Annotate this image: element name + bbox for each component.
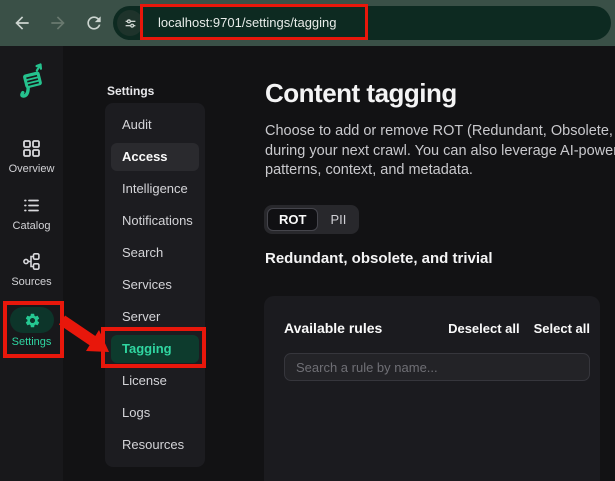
description-line: during your next crawl. You can also lev…: [265, 142, 615, 162]
rules-panel-title: Available rules: [284, 320, 382, 336]
back-icon[interactable]: [12, 13, 32, 33]
page-description: Choose to add or remove ROT (Redundant, …: [265, 122, 615, 181]
menu-item-intelligence[interactable]: Intelligence: [111, 175, 199, 203]
refresh-icon[interactable]: [84, 13, 104, 33]
sidebar-item-label: Settings: [0, 336, 63, 348]
section-heading: Redundant, obsolete, and trivial: [265, 250, 493, 267]
sidebar-item-catalog[interactable]: Catalog: [0, 196, 63, 232]
settings-menu: Audit Access Intelligence Notifications …: [105, 103, 205, 467]
browser-toolbar: localhost:9701/settings/tagging: [0, 0, 615, 46]
rule-search-input[interactable]: [284, 353, 590, 381]
select-all-button[interactable]: Select all: [534, 321, 590, 336]
sidebar-item-settings[interactable]: [10, 307, 54, 333]
list-icon: [22, 196, 41, 215]
available-rules-panel: Available rules Deselect all Select all: [264, 296, 600, 481]
forward-icon: [48, 13, 68, 33]
sidebar-item-overview[interactable]: Overview: [0, 139, 63, 175]
settings-menu-heading: Settings: [107, 84, 154, 98]
description-line: Choose to add or remove ROT (Redundant, …: [265, 122, 615, 142]
description-line: patterns, context, and metadata.: [265, 161, 615, 181]
main-content: Content tagging Choose to add or remove …: [264, 46, 615, 481]
gear-icon: [24, 312, 41, 329]
deselect-all-button[interactable]: Deselect all: [448, 321, 520, 336]
site-settings-icon[interactable]: [117, 10, 143, 36]
app-logo-icon: [13, 62, 51, 98]
app-sidebar: Overview Catalog: [0, 46, 63, 481]
grid-icon: [22, 139, 41, 158]
page-title: Content tagging: [265, 78, 457, 109]
tab-pii[interactable]: PII: [320, 209, 356, 230]
sidebar-item-label: Catalog: [0, 220, 63, 232]
menu-item-resources[interactable]: Resources: [111, 431, 199, 459]
menu-item-license[interactable]: License: [111, 367, 199, 395]
browser-window: localhost:9701/settings/tagging: [0, 0, 615, 481]
menu-item-search[interactable]: Search: [111, 239, 199, 267]
flow-icon: [22, 252, 41, 271]
menu-item-services[interactable]: Services: [111, 271, 199, 299]
tab-rot[interactable]: ROT: [267, 208, 318, 231]
sidebar-item-label: Sources: [0, 276, 63, 288]
app-content: Overview Catalog: [0, 46, 615, 481]
rot-pii-toggle: ROT PII: [264, 205, 359, 234]
menu-item-access[interactable]: Access: [111, 143, 199, 171]
menu-item-tagging[interactable]: Tagging: [111, 335, 199, 363]
menu-item-notifications[interactable]: Notifications: [111, 207, 199, 235]
url-text[interactable]: localhost:9701/settings/tagging: [158, 6, 337, 40]
url-bar[interactable]: localhost:9701/settings/tagging: [113, 6, 611, 40]
menu-item-logs[interactable]: Logs: [111, 399, 199, 427]
sidebar-item-sources[interactable]: Sources: [0, 252, 63, 288]
menu-item-audit[interactable]: Audit: [111, 111, 199, 139]
menu-item-server[interactable]: Server: [111, 303, 199, 331]
sidebar-item-label: Overview: [0, 163, 63, 175]
